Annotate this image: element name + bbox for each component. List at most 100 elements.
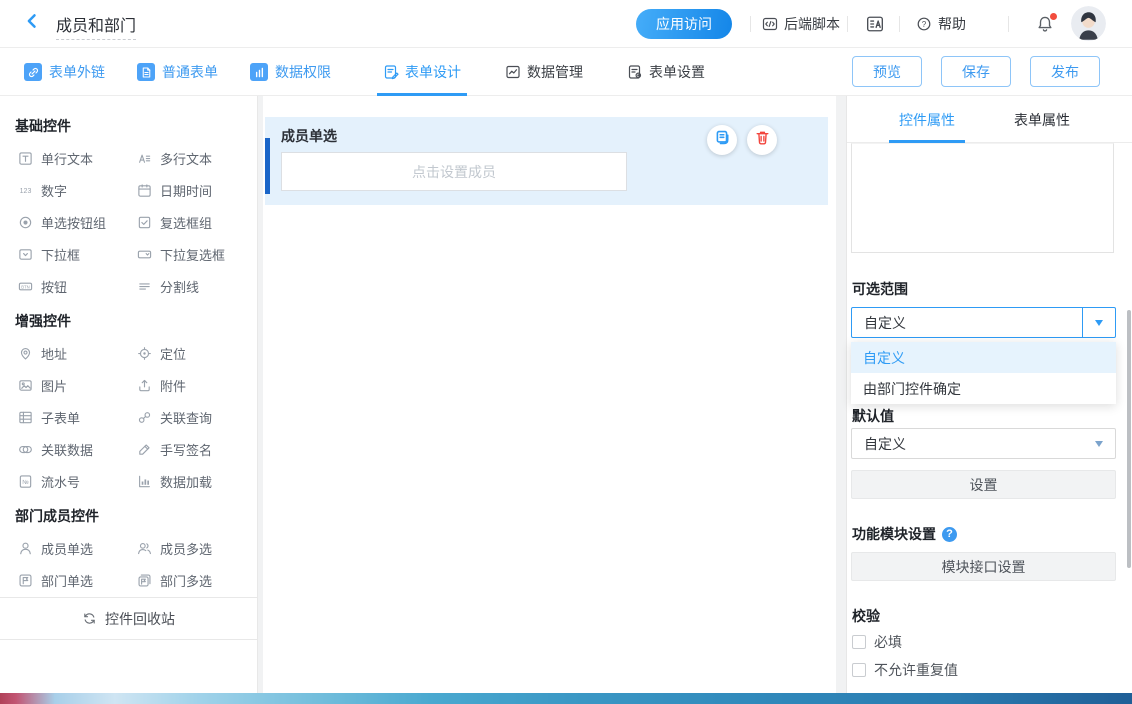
contacts-button[interactable] <box>866 0 884 48</box>
divider <box>847 16 848 32</box>
data-load-icon <box>137 474 152 489</box>
single-text-icon <box>18 151 33 166</box>
widget-item[interactable]: BTN 按钮 <box>18 270 137 302</box>
radio-group-icon <box>18 215 33 230</box>
data-manage-icon <box>505 64 521 80</box>
widget-item[interactable]: 关联查询 <box>137 401 257 433</box>
checkbox[interactable] <box>852 635 866 649</box>
widget-item[interactable]: 分割线 <box>137 270 257 302</box>
multi-text-icon <box>137 151 152 166</box>
widget-item[interactable]: 关联数据 <box>18 433 137 465</box>
form-type-tab[interactable]: 表单外链 <box>24 62 105 82</box>
designer-tab[interactable]: 数据管理 <box>505 48 583 96</box>
form-type-tab[interactable]: 普通表单 <box>137 62 218 82</box>
widget-item[interactable]: 附件 <box>137 369 257 401</box>
address-book-icon <box>866 15 884 33</box>
form-designer-app: 成员和部门 应用访问 后端脚本 ? 帮助 <box>0 0 1132 704</box>
widget-item[interactable]: 多行文本 <box>137 142 257 174</box>
widget-item[interactable]: 地址 <box>18 337 137 369</box>
selected-field-card[interactable]: 成员单选 点击设置成员 <box>265 117 828 205</box>
widget-item[interactable]: 复选框组 <box>137 206 257 238</box>
svg-text:?: ? <box>922 20 927 29</box>
form-type-tab[interactable]: 数据权限 <box>250 62 331 82</box>
widget-item[interactable]: 日期时间 <box>137 174 257 206</box>
widget-item[interactable]: 下拉框 <box>18 238 137 270</box>
back-button[interactable] <box>22 14 42 34</box>
help-button[interactable]: ? 帮助 <box>916 0 966 48</box>
app-access-button[interactable]: 应用访问 <box>636 9 732 39</box>
toolbar-action-button[interactable]: 预览 <box>852 56 922 87</box>
page-title[interactable]: 成员和部门 <box>56 12 136 40</box>
question-icon[interactable]: ? <box>942 527 957 542</box>
avatar[interactable] <box>1071 6 1106 41</box>
datetime-icon <box>137 183 152 198</box>
member-multi-icon <box>137 541 152 556</box>
divider <box>750 16 751 32</box>
module-api-button[interactable]: 模块接口设置 <box>851 552 1116 581</box>
toolbar-action-button[interactable]: 发布 <box>1030 56 1100 87</box>
widget-item[interactable]: 单选按钮组 <box>18 206 137 238</box>
widget-item[interactable]: 图片 <box>18 369 137 401</box>
designer-tab[interactable]: 表单设计 <box>383 48 461 96</box>
widget-item[interactable]: 单行文本 <box>18 142 137 174</box>
number-icon: 123 <box>18 183 33 198</box>
widget-item[interactable]: 部门单选 <box>18 564 137 596</box>
linked-data-icon <box>18 442 33 457</box>
section-title: 增强控件 <box>15 311 257 331</box>
svg-text:№: № <box>22 478 29 485</box>
panel-tab[interactable]: 表单属性 <box>1014 96 1070 143</box>
dept-multi-icon <box>137 573 152 588</box>
range-select[interactable]: 自定义 <box>851 307 1116 338</box>
widget-item[interactable]: 手写签名 <box>137 433 257 465</box>
data-permission-icon <box>250 63 268 81</box>
default-value-select[interactable]: 自定义 <box>851 428 1116 459</box>
panel-tab[interactable]: 控件属性 <box>899 96 955 143</box>
member-picker-input[interactable]: 点击设置成员 <box>281 152 627 191</box>
backend-script-button[interactable]: 后端脚本 <box>762 0 840 48</box>
divider <box>1008 16 1009 32</box>
properties-panel: 控件属性表单属性 可选范围 自定义 自定义由部门控件确定 默认值 自定义 设置 … <box>846 96 1132 704</box>
description-box[interactable] <box>851 143 1114 253</box>
checkbox-group-icon <box>137 215 152 230</box>
link-icon <box>24 63 42 81</box>
panel-scrollbar[interactable] <box>1127 310 1131 568</box>
bell-icon <box>1036 17 1054 37</box>
widget-item[interactable]: 定位 <box>137 337 257 369</box>
designer-tab[interactable]: 表单设置 <box>627 48 705 96</box>
toolbar-action-button[interactable]: 保存 <box>941 56 1011 87</box>
widget-recycle-bin-button[interactable]: 控件回收站 <box>0 597 257 640</box>
dropdown-icon <box>18 247 33 262</box>
address-icon <box>18 346 33 361</box>
toolbar: 表单外链 普通表单 数据权限 表单设计 数据管理 表单设置 预览保存发布 <box>0 48 1132 96</box>
widget-item[interactable]: 成员多选 <box>137 532 257 564</box>
widget-item[interactable]: 下拉复选框 <box>137 238 257 270</box>
serial-number-icon: № <box>18 474 33 489</box>
checkbox-row[interactable]: 必填 <box>852 632 902 652</box>
widget-item[interactable]: 部门多选 <box>137 564 257 596</box>
field-label: 成员单选 <box>281 126 337 146</box>
dept-single-icon <box>18 573 33 588</box>
set-default-button[interactable]: 设置 <box>851 470 1116 499</box>
checkbox[interactable] <box>852 663 866 677</box>
copy-field-button[interactable] <box>707 125 737 155</box>
dropdown-option[interactable]: 自定义 <box>851 342 1116 373</box>
widget-item[interactable]: 成员单选 <box>18 532 137 564</box>
delete-field-button[interactable] <box>747 125 777 155</box>
form-canvas: 成员单选 点击设置成员 <box>263 96 836 704</box>
chevron-left-icon <box>22 11 42 37</box>
bottom-gradient-strip <box>0 693 1132 704</box>
notification-bell-button[interactable] <box>1036 15 1056 35</box>
widget-item[interactable]: 数据加载 <box>137 465 257 497</box>
divider-icon <box>137 279 152 294</box>
copy-icon <box>714 129 731 151</box>
header: 成员和部门 应用访问 后端脚本 ? 帮助 <box>0 0 1132 48</box>
widget-section: 部门成员控件 成员单选 成员多选 部门单选 部门多选 <box>0 506 257 596</box>
widget-item[interactable]: № 流水号 <box>18 465 137 497</box>
widget-item[interactable]: 123 数字 <box>18 174 137 206</box>
checkbox-row[interactable]: 不允许重复值 <box>852 660 958 680</box>
dropdown-option[interactable]: 由部门控件确定 <box>851 373 1116 404</box>
code-icon <box>762 16 778 32</box>
form-type-tabs: 表单外链 普通表单 数据权限 <box>24 48 331 96</box>
widget-item[interactable]: 子表单 <box>18 401 137 433</box>
svg-text:123: 123 <box>20 188 32 195</box>
